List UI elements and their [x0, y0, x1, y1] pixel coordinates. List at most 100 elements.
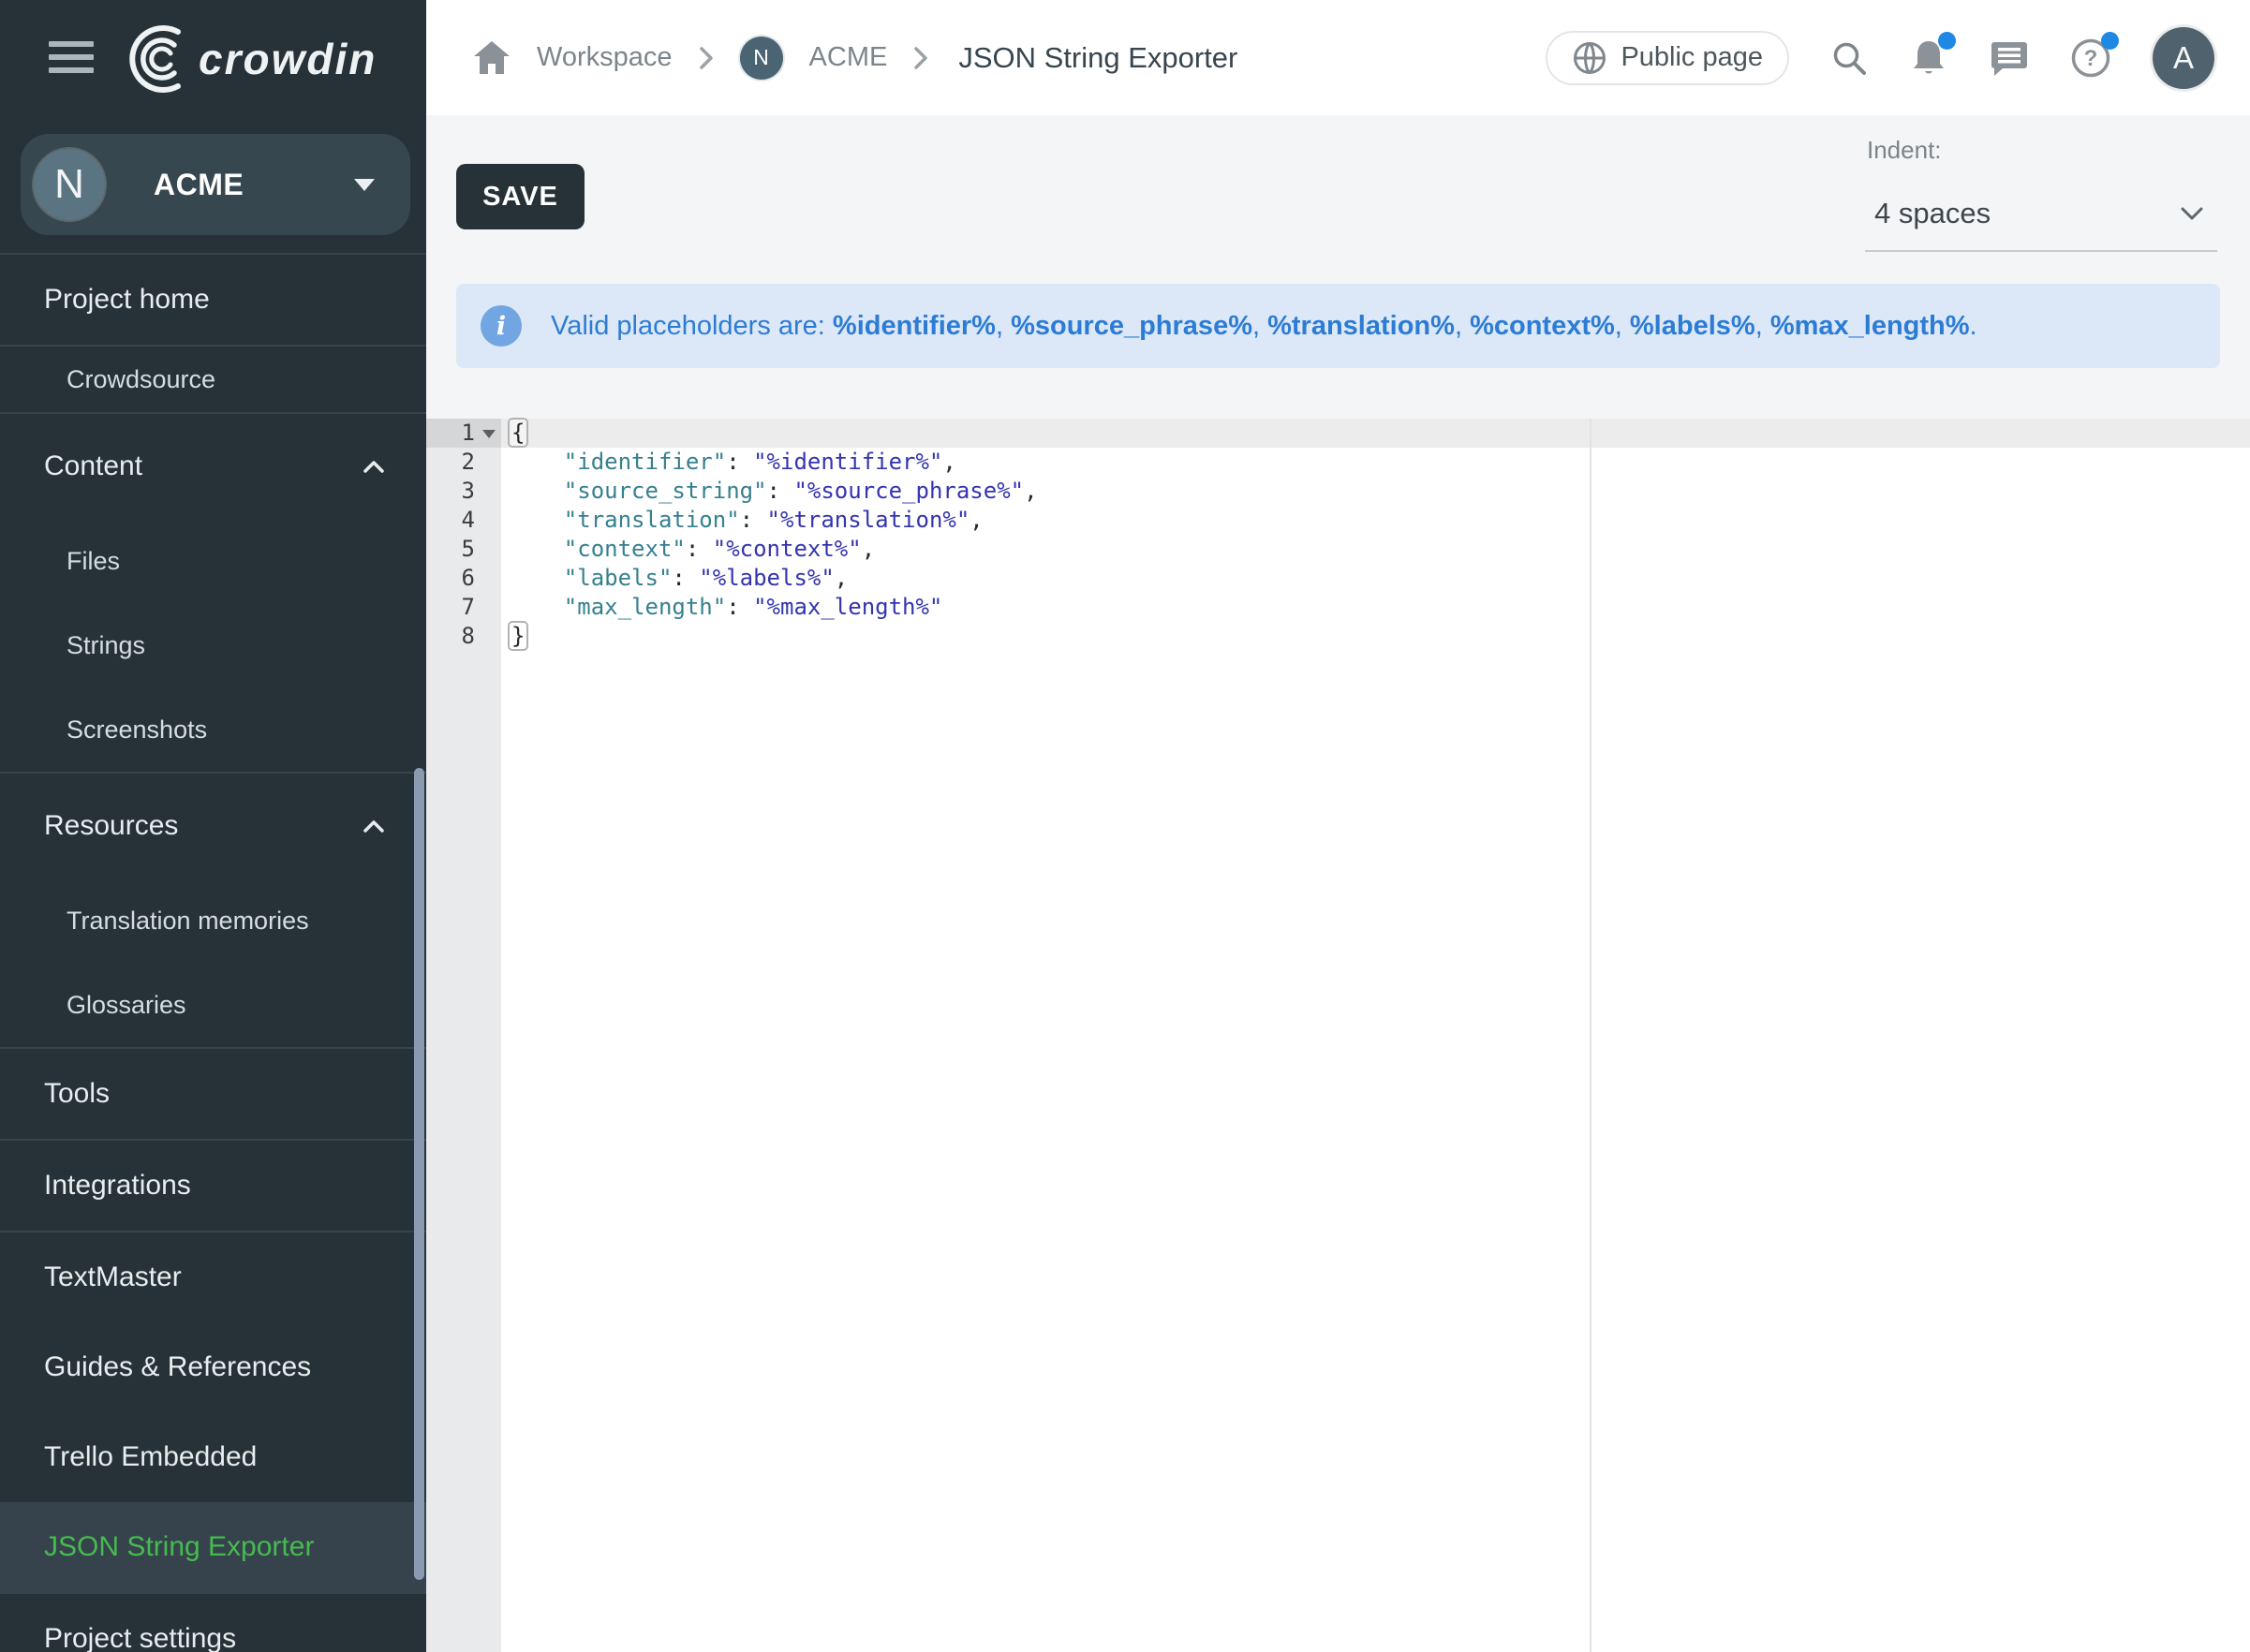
gutter-line-number: 8: [426, 622, 501, 651]
chevron-right-icon: [699, 46, 714, 70]
project-switcher[interactable]: N ACME: [21, 134, 410, 235]
sidebar-item-label: Files: [67, 547, 120, 576]
page: crowdin N ACME Project home Crowdsource Co…: [0, 0, 2250, 1652]
public-page-button[interactable]: Public page: [1546, 31, 1789, 85]
editor-code: { "identifier": "%identifier%", "source_…: [501, 419, 2250, 651]
gutter-line-number: 4: [426, 506, 501, 535]
sidebar-item-files[interactable]: Files: [0, 519, 426, 603]
globe-icon: [1572, 40, 1607, 76]
fold-toggle-icon[interactable]: [482, 430, 496, 438]
sidebar-item-label: Integrations: [44, 1170, 191, 1202]
help-notification-dot: [2101, 32, 2119, 50]
crowdin-logo-text: crowdin: [199, 37, 377, 81]
code-editor[interactable]: 12345678 { "identifier": "%identifier%",…: [426, 419, 2250, 1652]
sidebar-item-glossaries[interactable]: Glossaries: [0, 963, 426, 1047]
code-line: "source_string": "%source_phrase%",: [501, 477, 2250, 506]
code-line: "translation": "%translation%",: [501, 506, 2250, 535]
crowdin-logo[interactable]: crowdin: [120, 23, 377, 95]
gutter-line-number: 2: [426, 448, 501, 477]
sidebar-item-project-home[interactable]: Project home: [0, 255, 426, 345]
placeholder-token: %max_length%: [1770, 311, 1970, 341]
public-page-label: Public page: [1621, 42, 1763, 73]
sidebar-item-guides-references[interactable]: Guides & References: [0, 1322, 426, 1412]
info-banner: i Valid placeholders are: %identifier%, …: [456, 284, 2220, 368]
sidebar-item-crowdsource[interactable]: Crowdsource: [0, 347, 426, 412]
placeholder-token: %context%: [1470, 311, 1615, 341]
code-line: "identifier": "%identifier%",: [501, 448, 2250, 477]
gutter-line-number: 6: [426, 564, 501, 593]
sidebar-item-label: TextMaster: [44, 1261, 182, 1293]
chevron-right-icon: [913, 46, 928, 70]
sidebar-scrollbar[interactable]: [414, 768, 424, 1580]
sidebar-item-label: Strings: [67, 631, 145, 660]
banner-text: Valid placeholders are: %identifier%, %s…: [551, 311, 1977, 342]
sidebar-item-label: Screenshots: [67, 715, 207, 745]
sidebar-item-screenshots[interactable]: Screenshots: [0, 687, 426, 772]
project-name: ACME: [154, 168, 244, 202]
gutter-line-number: 1: [426, 419, 501, 448]
search-icon[interactable]: [1830, 39, 1868, 77]
notifications-bell-icon[interactable]: [1909, 37, 1948, 79]
indent-select[interactable]: 4 spaces: [1865, 177, 2217, 252]
header-actions: Public page: [1546, 27, 2250, 89]
sidebar-item-label: Glossaries: [67, 991, 186, 1020]
breadcrumb-workspace[interactable]: Workspace: [537, 42, 673, 73]
breadcrumb: Workspace N ACME JSON String Exporter: [426, 37, 1237, 80]
sidebar-item-label: Tools: [44, 1078, 110, 1110]
placeholder-token: %translation%: [1267, 311, 1455, 341]
sidebar-item-json-string-exporter[interactable]: JSON String Exporter: [0, 1502, 426, 1592]
indent-selected-value: 4 spaces: [1874, 197, 1991, 230]
sidebar-item-tools[interactable]: Tools: [0, 1049, 426, 1139]
svg-text:?: ?: [2084, 46, 2098, 71]
info-icon: i: [481, 305, 522, 347]
messages-icon[interactable]: [1990, 38, 2029, 78]
code-line: "labels": "%labels%",: [501, 564, 2250, 593]
chevron-down-icon: [2180, 206, 2204, 221]
sidebar-item-project-settings[interactable]: Project settings: [0, 1594, 426, 1652]
sidebar-item-label: JSON String Exporter: [44, 1531, 314, 1563]
code-line: "max_length": "%max_length%": [501, 593, 2250, 622]
help-icon[interactable]: ?: [2070, 37, 2111, 79]
placeholder-token: %source_phrase%: [1011, 311, 1252, 341]
editor-gutter: 12345678: [426, 419, 501, 1652]
sidebar-item-label: Resources: [44, 810, 178, 842]
sidebar-item-label: Content: [44, 450, 142, 482]
chevron-up-icon: [363, 460, 385, 474]
sidebar-header: crowdin: [0, 0, 426, 115]
hamburger-menu-icon[interactable]: [49, 38, 94, 76]
chevron-up-icon: [363, 819, 385, 833]
gutter-line-number: 3: [426, 477, 501, 506]
caret-down-icon: [354, 179, 375, 191]
main-content: SAVE Indent: 4 spaces i Valid placeholde…: [426, 115, 2250, 1652]
print-margin-ruler: [1590, 419, 1591, 1652]
indent-label: Indent:: [1867, 136, 1942, 165]
project-avatar: N: [34, 149, 105, 220]
crowdin-logo-icon: [120, 23, 189, 95]
sidebar-item-resources[interactable]: Resources: [0, 774, 426, 878]
sidebar: crowdin N ACME Project home Crowdsource Co…: [0, 0, 426, 1652]
sidebar-item-strings[interactable]: Strings: [0, 603, 426, 687]
sidebar-item-label: Trello Embedded: [44, 1441, 257, 1473]
placeholder-token: %labels%: [1630, 311, 1755, 341]
sidebar-item-trello-embedded[interactable]: Trello Embedded: [0, 1412, 426, 1502]
gutter-line-number: 5: [426, 535, 501, 564]
placeholder-token: %identifier%: [833, 311, 996, 341]
sidebar-item-label: Project home: [44, 284, 210, 316]
notification-dot: [1938, 32, 1956, 50]
sidebar-item-translation-memories[interactable]: Translation memories: [0, 878, 426, 963]
page-title: JSON String Exporter: [958, 41, 1237, 75]
save-button[interactable]: SAVE: [456, 164, 585, 229]
gutter-line-number: 7: [426, 593, 501, 622]
sidebar-item-integrations[interactable]: Integrations: [0, 1141, 426, 1231]
breadcrumb-project-avatar[interactable]: N: [740, 37, 783, 80]
sidebar-item-content[interactable]: Content: [0, 414, 426, 519]
sidebar-item-label: Translation memories: [67, 907, 309, 936]
breadcrumb-project[interactable]: ACME: [809, 42, 888, 73]
home-icon[interactable]: [473, 40, 511, 75]
sidebar-item-label: Guides & References: [44, 1351, 311, 1383]
code-line: }: [501, 622, 2250, 651]
top-header: Workspace N ACME JSON String Exporter Pu…: [426, 0, 2250, 115]
user-avatar[interactable]: A: [2153, 27, 2214, 89]
sidebar-item-textmaster[interactable]: TextMaster: [0, 1232, 426, 1322]
code-line: {: [501, 419, 2250, 448]
